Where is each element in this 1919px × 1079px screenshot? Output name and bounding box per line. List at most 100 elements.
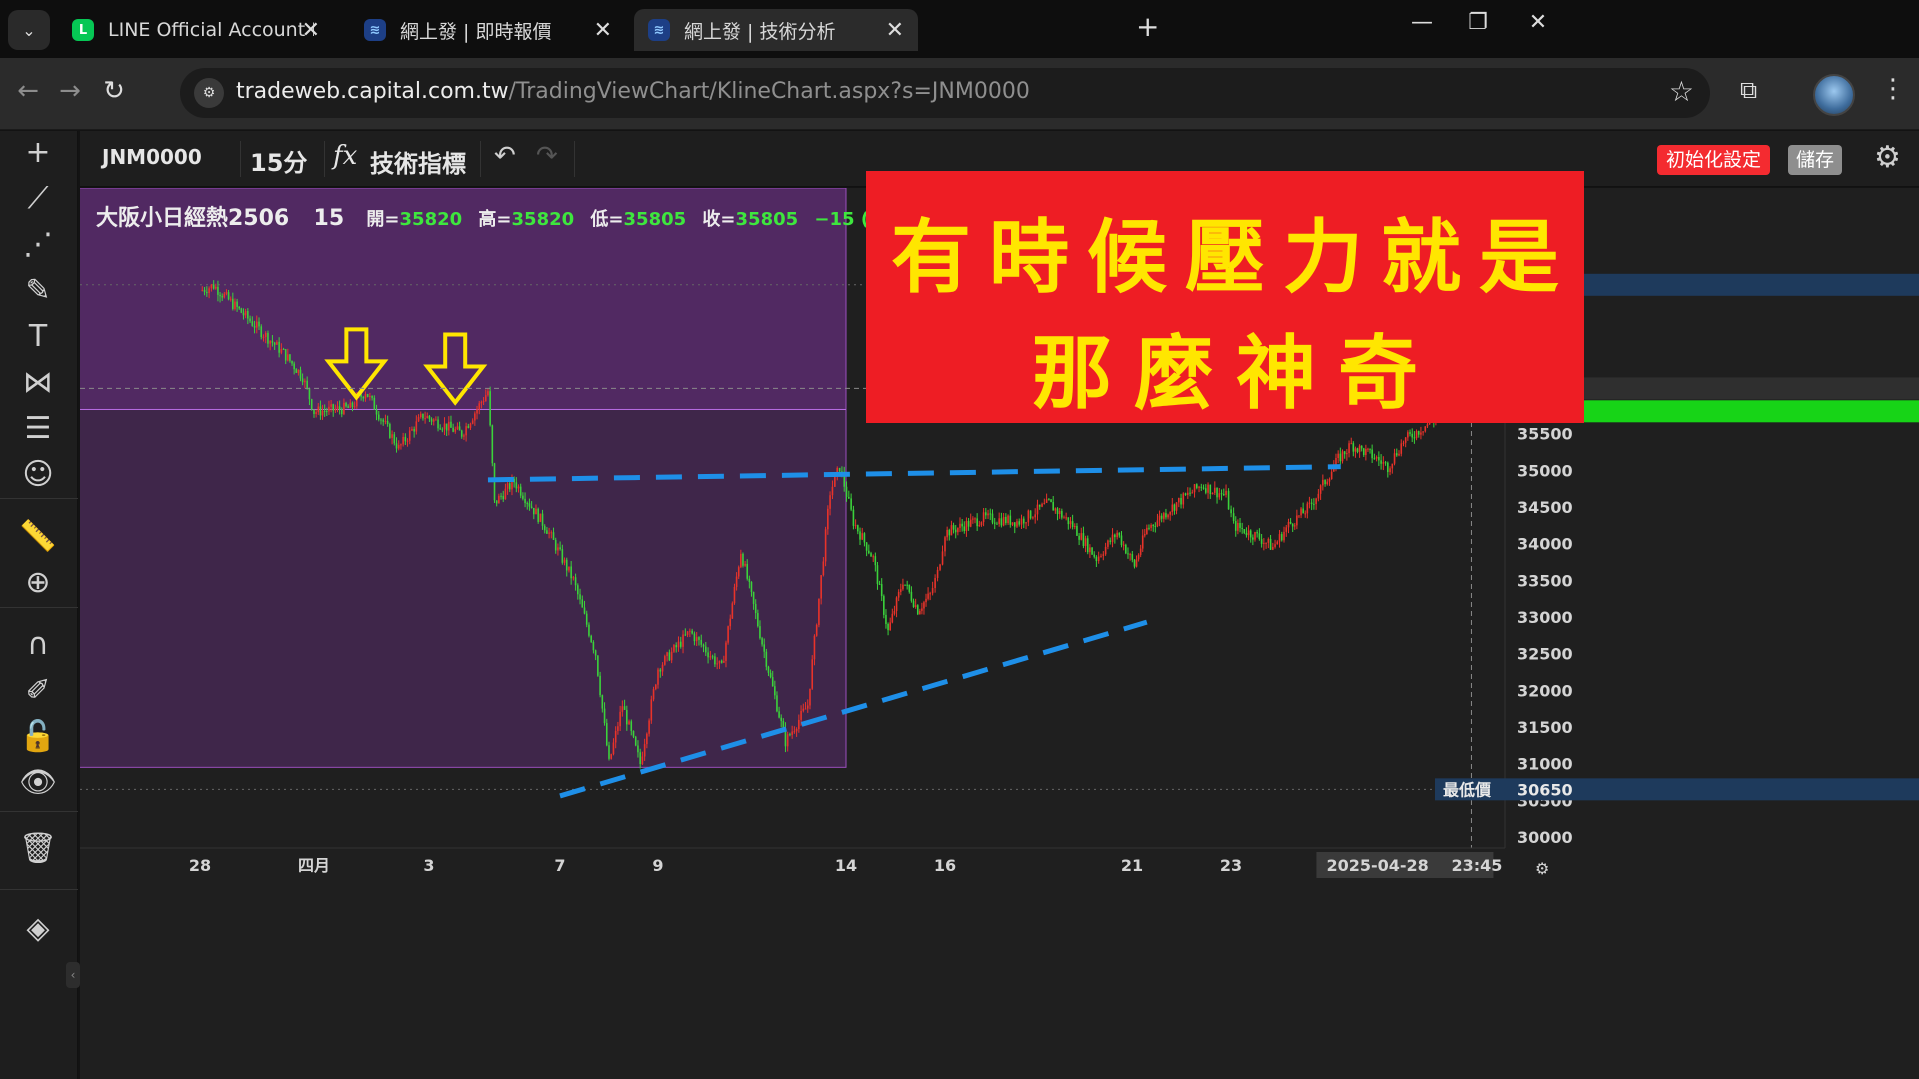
open-label: 開= — [366, 209, 400, 230]
candle-body — [859, 531, 861, 540]
fib-levels-icon[interactable]: ☰ — [16, 407, 60, 451]
candle-body — [495, 500, 498, 504]
candle-body — [1011, 522, 1014, 525]
symbol-button[interactable]: JNM0000 — [102, 145, 202, 169]
tab-line-official[interactable]: L LINE Official Account Manage ✕ — [58, 9, 334, 51]
candle-body — [1076, 526, 1078, 536]
candle-body — [809, 688, 811, 706]
brush-icon[interactable]: ✎ — [16, 269, 60, 313]
low-price-label: 最低價 — [1443, 780, 1492, 799]
candle-body — [517, 486, 520, 489]
time-tick-label: 7 — [554, 856, 565, 875]
drawing-toolbar: + ⟋ ⋰ ✎ T ⋈ ☰ ☺ 📏 ⊕ ∩ ✐ 🔓 👁 🗑 ◈ — [0, 131, 78, 1079]
redo-icon[interactable]: ↷ — [536, 141, 558, 171]
candle-body — [1189, 492, 1191, 494]
candle-body — [539, 513, 542, 522]
candle-body — [793, 731, 796, 733]
ruler-icon[interactable]: 📏 — [16, 515, 60, 559]
trendline-icon[interactable]: ⟋ — [16, 177, 60, 221]
extensions-puzzle-icon[interactable]: ⧉ — [1740, 76, 1757, 104]
reset-settings-button[interactable]: 初始化設定 — [1657, 145, 1771, 175]
fx-icon[interactable]: fx — [333, 141, 357, 171]
candle-body — [506, 483, 509, 489]
pitchfork-icon[interactable]: ⋰ — [16, 223, 60, 267]
candle-body — [1034, 514, 1036, 518]
crosshair-date: 2025-04-28 — [1326, 856, 1428, 875]
candle-body — [474, 413, 476, 421]
text-tool-icon[interactable]: T — [16, 315, 60, 359]
close-icon[interactable]: ✕ — [302, 18, 320, 43]
candle-body — [878, 583, 881, 585]
candle-body — [654, 684, 657, 690]
candle-body — [1056, 508, 1059, 515]
candle-body — [614, 730, 617, 743]
crosshair-icon[interactable]: + — [16, 131, 60, 175]
candle-body — [976, 518, 978, 527]
layers-icon[interactable]: ◈ — [16, 907, 60, 951]
candle-body — [415, 421, 418, 432]
candle-body — [424, 418, 426, 420]
chart-settings-gear-icon[interactable]: ⚙ — [1874, 140, 1901, 175]
close-icon[interactable]: ✕ — [886, 18, 904, 43]
save-button[interactable]: 儲存 — [1788, 145, 1843, 175]
collapse-toolbar-chevron-icon[interactable]: ‹ — [66, 962, 80, 988]
site-settings-icon[interactable]: ⚙ — [194, 78, 224, 108]
candle-body — [936, 569, 939, 578]
time-axis[interactable] — [80, 848, 1919, 1079]
candle-body — [1254, 532, 1256, 540]
candle-body — [570, 566, 572, 579]
zoom-in-icon[interactable]: ⊕ — [16, 561, 60, 605]
back-arrow-icon[interactable]: ← — [10, 76, 46, 106]
magnet-icon[interactable]: ∩ — [16, 623, 60, 667]
candle-body — [750, 581, 753, 592]
candle-body — [1038, 504, 1041, 507]
bookmark-star-icon[interactable]: ☆ — [1669, 75, 1694, 108]
candle-body — [883, 596, 885, 615]
restore-icon[interactable]: ❐ — [1458, 10, 1498, 35]
price-tick-label: 31500 — [1517, 718, 1573, 737]
candle-body — [1337, 453, 1339, 459]
trash-icon[interactable]: 🗑 — [16, 827, 60, 871]
candle-body — [723, 660, 725, 663]
tab-search-chevron-icon[interactable]: ⌄ — [8, 10, 50, 50]
tab-technical-analysis[interactable]: ≋ 網上發 | 技術分析 ✕ — [634, 9, 918, 51]
emoji-icon[interactable]: ☺ — [16, 453, 60, 497]
minimize-icon[interactable]: — — [1402, 10, 1442, 35]
url-text[interactable]: tradeweb.capital.com.tw/TradingViewChart… — [236, 79, 1030, 104]
address-bar[interactable]: ⚙ tradeweb.capital.com.tw/TradingViewCha… — [180, 68, 1710, 118]
close-icon[interactable]: ✕ — [594, 18, 612, 43]
visibility-eye-icon[interactable]: 👁 — [16, 761, 60, 805]
undo-icon[interactable]: ↶ — [494, 141, 516, 171]
candle-body — [594, 650, 597, 656]
candle-body — [1148, 527, 1150, 529]
pattern-icon[interactable]: ⋈ — [16, 361, 60, 405]
window-close-icon[interactable]: ✕ — [1518, 10, 1558, 35]
candle-body — [1352, 443, 1355, 452]
browser-menu-icon[interactable]: ⋮ — [1880, 74, 1906, 104]
candle-body — [1269, 538, 1272, 550]
candle-body — [592, 642, 595, 651]
consolidation-zone[interactable] — [80, 408, 847, 768]
candle-body — [634, 736, 637, 746]
interval-button[interactable]: 15分 — [250, 143, 307, 178]
candle-body — [780, 717, 783, 721]
new-tab-plus-icon[interactable]: + — [1136, 10, 1159, 43]
candle-body — [1216, 487, 1218, 498]
candle-body — [1036, 504, 1039, 515]
forward-arrow-icon[interactable]: → — [52, 76, 88, 106]
lock-drawing-icon[interactable]: ✐ — [16, 669, 60, 713]
reload-icon[interactable]: ↻ — [96, 76, 132, 106]
candle-body — [759, 626, 761, 639]
candle-body — [349, 402, 352, 408]
indicators-button[interactable]: 技術指標 — [370, 144, 466, 179]
axis-settings-gear-icon[interactable]: ⚙ — [1535, 859, 1549, 878]
candle-body — [700, 639, 703, 645]
candle-body — [393, 434, 396, 444]
candle-body — [419, 413, 422, 418]
candle-body — [326, 411, 328, 413]
unlock-icon[interactable]: 🔓 — [16, 715, 60, 759]
tab-realtime-quote[interactable]: ≋ 網上發 | 即時報價 ✕ — [350, 9, 626, 51]
avatar[interactable] — [1813, 74, 1855, 116]
annotation-box[interactable]: 有時候壓力就是 那麼神奇 — [866, 171, 1584, 423]
candle-body — [714, 656, 716, 665]
